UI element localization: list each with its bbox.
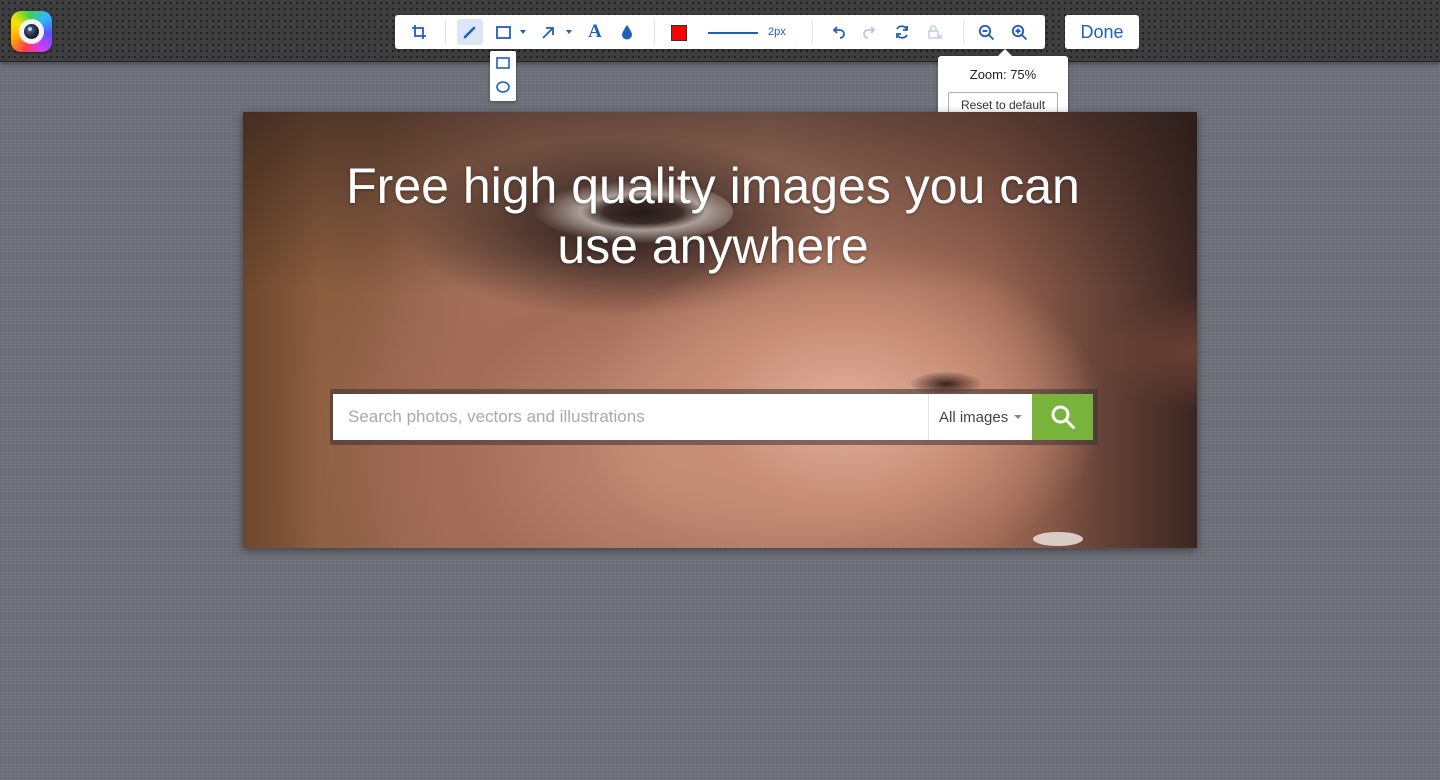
image-type-dropdown[interactable]: All images [928, 394, 1032, 440]
stroke-width-label[interactable]: 2px [768, 26, 786, 38]
rectangle-icon [495, 25, 511, 39]
lock-icon [928, 25, 943, 40]
redo-icon [862, 26, 875, 39]
arrow-icon [541, 26, 554, 39]
rotate-button[interactable] [893, 15, 911, 49]
editor-toolbar: A 2px [395, 15, 1045, 49]
ellipse-icon [496, 81, 510, 93]
arrow-button[interactable] [538, 15, 558, 49]
rectangle-icon [496, 57, 510, 69]
zoom-out-button[interactable] [976, 15, 996, 49]
crop-icon [412, 25, 426, 39]
search-input[interactable] [333, 394, 929, 440]
zoom-out-icon [978, 24, 994, 40]
color-picker[interactable] [671, 25, 687, 41]
rotate-icon [896, 25, 908, 39]
toolbar-separator [654, 20, 655, 44]
toolbar-separator [812, 20, 813, 44]
text-icon: A [588, 21, 602, 42]
crop-button[interactable] [409, 15, 429, 49]
zoom-in-button[interactable] [1009, 15, 1029, 49]
app-logo[interactable] [11, 11, 52, 52]
lens-glint [28, 27, 32, 31]
hero-headline: Free high quality images you can use any… [346, 158, 1080, 274]
lens-center [24, 24, 39, 39]
search-button[interactable] [1032, 394, 1093, 440]
lock-button[interactable] [926, 15, 944, 49]
arrow-menu-caret[interactable] [566, 30, 572, 34]
chevron-down-icon [1014, 415, 1023, 419]
zoom-level-label: Zoom: 75% [969, 67, 1037, 82]
text-button[interactable]: A [585, 15, 605, 49]
drop-icon [622, 25, 632, 40]
editor-canvas-image[interactable]: Free high quality images you can use any… [243, 112, 1197, 548]
stroke-width-preview[interactable] [708, 32, 758, 34]
undo-button[interactable] [829, 15, 847, 49]
shape-option-rectangle[interactable] [496, 56, 510, 70]
done-button[interactable]: Done [1065, 15, 1139, 49]
top-bar: A 2px Done [0, 0, 1440, 62]
shape-option-ellipse[interactable] [496, 80, 510, 94]
toolbar-separator [963, 20, 964, 44]
redo-button[interactable] [860, 15, 878, 49]
toolbar-separator [445, 20, 446, 44]
image-type-label: All images [939, 408, 1009, 426]
pencil-icon [463, 26, 476, 39]
shape-menu [490, 51, 516, 101]
search-icon [1051, 405, 1075, 429]
pencil-button[interactable] [457, 19, 483, 45]
undo-icon [832, 26, 845, 39]
blur-button[interactable] [618, 15, 636, 49]
search-bar: All images [330, 389, 1098, 445]
photo-teeth [1033, 532, 1083, 546]
zoom-in-icon [1011, 24, 1027, 40]
shape-menu-caret[interactable] [520, 30, 526, 34]
shape-button[interactable] [493, 15, 513, 49]
